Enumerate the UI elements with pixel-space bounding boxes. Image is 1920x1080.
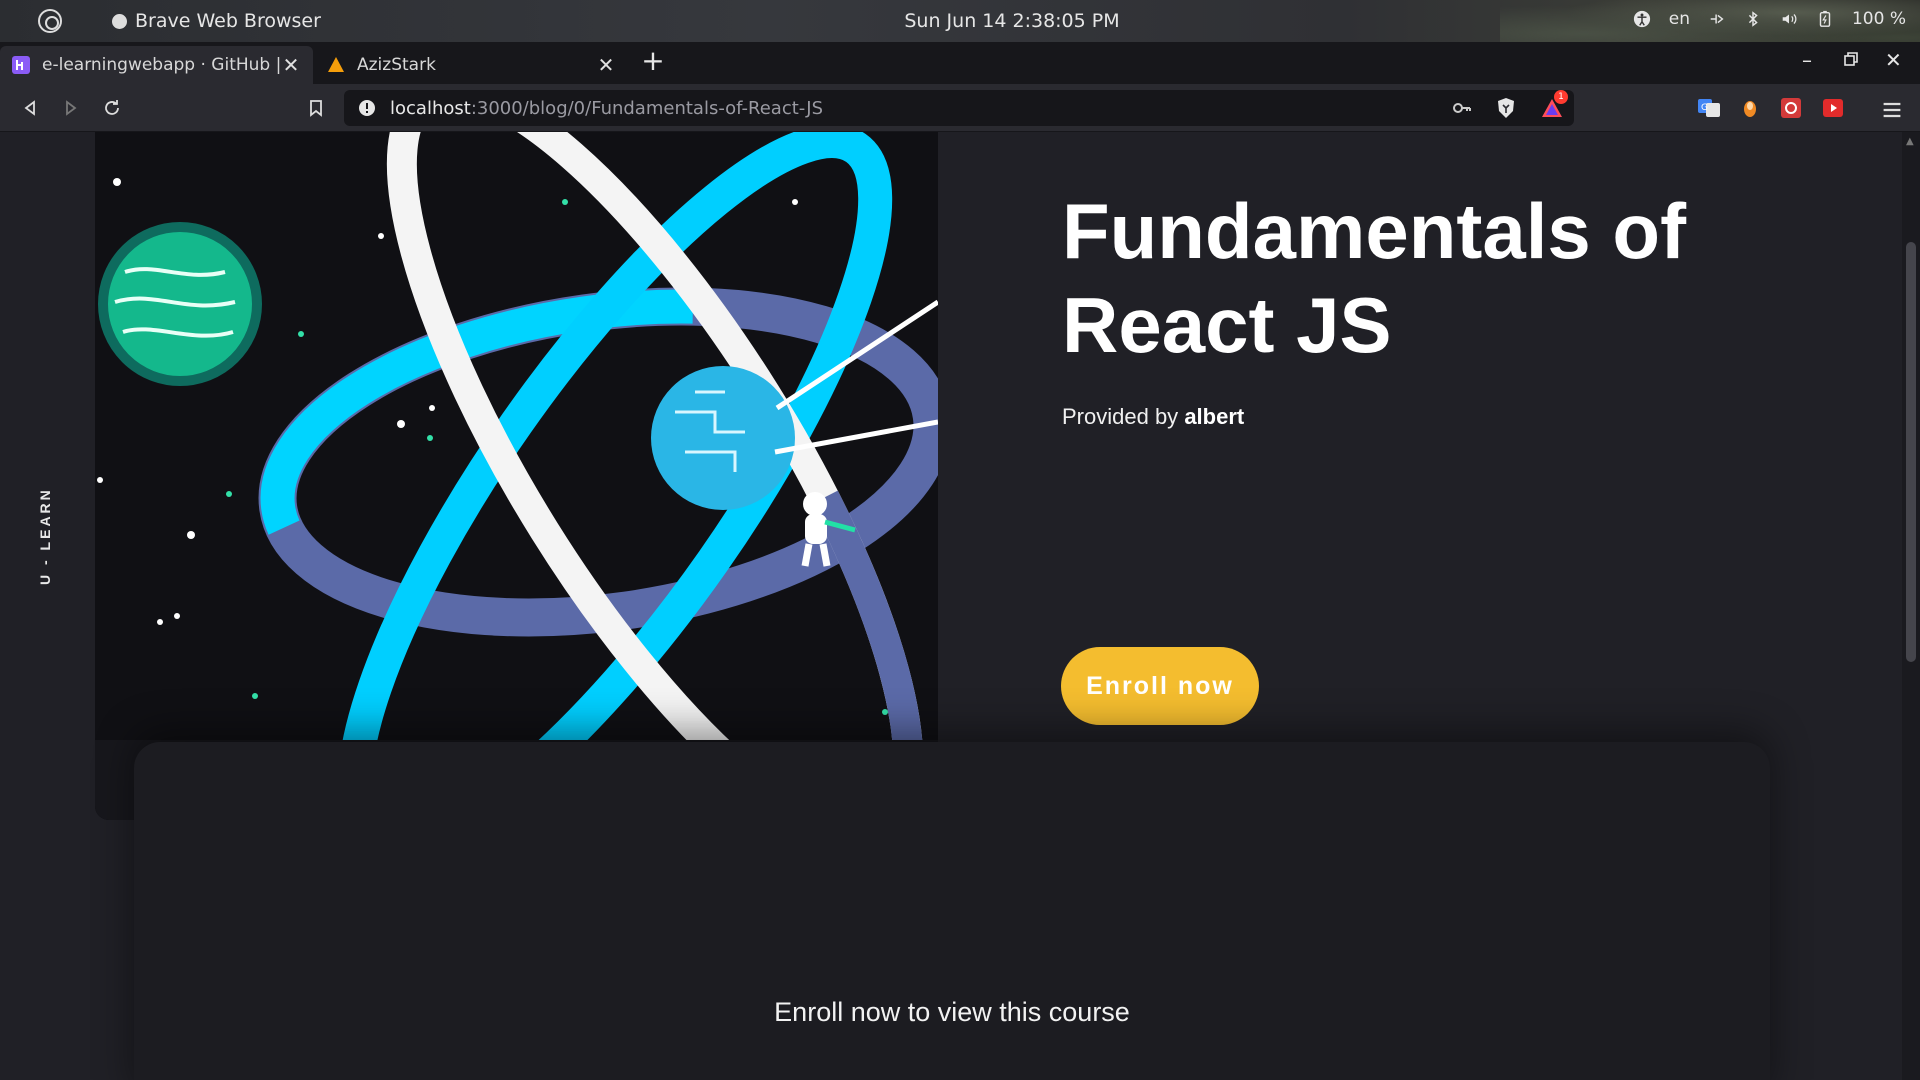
volume-icon[interactable]: [1780, 10, 1798, 28]
reload-button[interactable]: [96, 92, 128, 124]
url-path: :3000/blog/0/Fundamentals-of-React-JS: [470, 97, 823, 119]
tab-github[interactable]: e-learningwebapp · GitHub | H ✕: [0, 46, 313, 84]
tab-bar: e-learningwebapp · GitHub | H ✕ AzizStar…: [0, 42, 1920, 84]
system-tray: en 100 %: [1633, 9, 1906, 29]
back-arrow-icon: [24, 100, 35, 116]
address-bar[interactable]: localhost:3000/blog/0/Fundamentals-of-Re…: [344, 90, 1574, 126]
forward-arrow-icon: [66, 100, 77, 116]
page-content: U - LEARN Fundamentals of React JS Provi…: [0, 132, 1902, 1080]
extension-orange-icon[interactable]: [1738, 96, 1762, 120]
back-button[interactable]: [14, 92, 46, 124]
github-favicon-icon: [12, 56, 30, 74]
key-icon[interactable]: [1452, 99, 1472, 117]
scroll-up-icon[interactable]: ▲: [1906, 136, 1914, 147]
course-hero-image: [95, 132, 938, 820]
close-tab-icon[interactable]: ✕: [596, 53, 616, 77]
reload-icon: [105, 100, 119, 115]
course-provider: Provided by albert: [1062, 404, 1244, 430]
battery-level: 100 %: [1851, 9, 1906, 29]
network-icon[interactable]: [1708, 10, 1726, 28]
brave-shields-icon[interactable]: [1494, 96, 1518, 120]
rewards-badge: 1: [1554, 90, 1568, 104]
accessibility-icon[interactable]: [1633, 10, 1651, 28]
keyboard-language[interactable]: en: [1669, 9, 1690, 29]
brave-favicon-icon: [328, 57, 344, 72]
react-atom-illustration: [95, 132, 938, 820]
enroll-now-button[interactable]: Enroll now: [1061, 647, 1259, 725]
maximize-window-button[interactable]: [1843, 48, 1859, 72]
close-window-button[interactable]: ✕: [1885, 48, 1902, 72]
provided-by-label: Provided by: [1062, 404, 1179, 429]
bookmark-button[interactable]: [300, 92, 332, 124]
google-translate-icon[interactable]: G: [1697, 96, 1721, 120]
tab-label: e-learningwebapp · GitHub | H: [42, 55, 281, 75]
course-author[interactable]: albert: [1184, 404, 1244, 429]
enroll-to-view-message: Enroll now to view this course: [774, 997, 1130, 1027]
restore-icon: [1844, 52, 1858, 66]
menu-icon[interactable]: [1880, 98, 1904, 122]
bluetooth-icon[interactable]: [1744, 10, 1762, 28]
url-host: localhost: [390, 97, 471, 119]
course-content-card: Enroll now to view this course: [134, 742, 1770, 1080]
site-info-icon[interactable]: [358, 99, 376, 117]
bookmark-icon: [310, 100, 322, 117]
forward-button[interactable]: [55, 92, 87, 124]
page-scrollbar[interactable]: ▲: [1902, 132, 1920, 1080]
battery-icon[interactable]: [1816, 10, 1834, 28]
os-top-panel: Brave Web Browser Sun Jun 14 2:38:05 PM …: [0, 0, 1920, 42]
scrollbar-thumb[interactable]: [1906, 242, 1916, 662]
svg-text:G: G: [1701, 103, 1708, 113]
browser-toolbar: localhost:3000/blog/0/Fundamentals-of-Re…: [0, 84, 1920, 132]
minimize-window-button[interactable]: –: [1802, 48, 1812, 72]
tab-azizstark[interactable]: AzizStark ✕: [315, 46, 628, 84]
extension-youtube-icon[interactable]: [1821, 96, 1845, 120]
close-tab-icon[interactable]: ✕: [281, 53, 301, 77]
extension-red-icon[interactable]: [1779, 96, 1803, 120]
brave-rewards-button[interactable]: 1: [1540, 90, 1568, 120]
side-brand-label[interactable]: U - LEARN: [37, 487, 53, 585]
course-title: Fundamentals of React JS: [1062, 187, 1687, 369]
tab-label: AzizStark: [357, 55, 436, 75]
new-tab-button[interactable]: +: [638, 46, 668, 76]
